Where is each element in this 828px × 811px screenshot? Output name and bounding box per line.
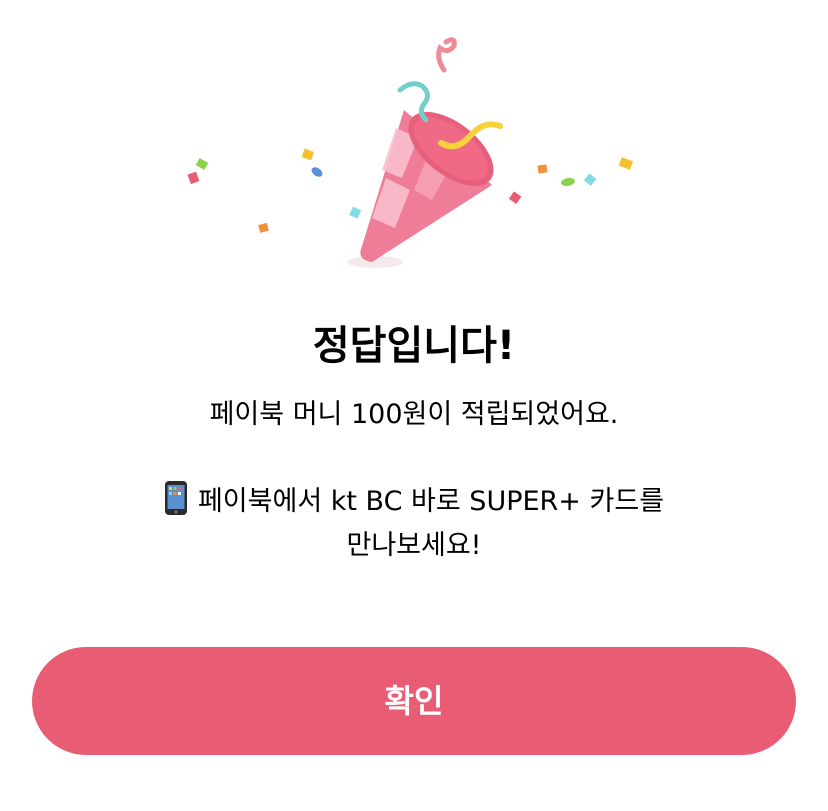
confirm-button[interactable]: 확인 [32, 647, 796, 755]
confetti [561, 177, 575, 187]
confetti [583, 173, 597, 187]
promo-message: 페이북에서 kt BC 바로 SUPER+ 카드를 만나보세요! [0, 480, 828, 568]
confetti [195, 158, 209, 170]
confetti [258, 222, 269, 233]
confetti [187, 171, 200, 185]
promo-line-1: 페이북에서 kt BC 바로 SUPER+ 카드를 [0, 480, 828, 524]
confetti [301, 148, 315, 161]
promo-line-1-text: 페이북에서 kt BC 바로 SUPER+ 카드를 [197, 486, 665, 517]
mobile-phone-icon [164, 481, 187, 515]
reward-message: 페이북 머니 100원이 적립되었어요. [209, 399, 619, 430]
promo-line-2: 만나보세요! [346, 530, 482, 561]
streamer-pink [436, 37, 457, 73]
quiz-result-dialog: 정답입니다! 페이북 머니 100원이 적립되었어요. 페이북에서 kt BC … [0, 0, 828, 811]
confetti [508, 191, 522, 204]
confetti [311, 167, 323, 177]
party-popper-illustration [187, 37, 634, 268]
result-title: 정답입니다! [312, 323, 516, 369]
confetti [349, 206, 362, 219]
confetti [618, 157, 634, 170]
confetti [537, 164, 548, 174]
